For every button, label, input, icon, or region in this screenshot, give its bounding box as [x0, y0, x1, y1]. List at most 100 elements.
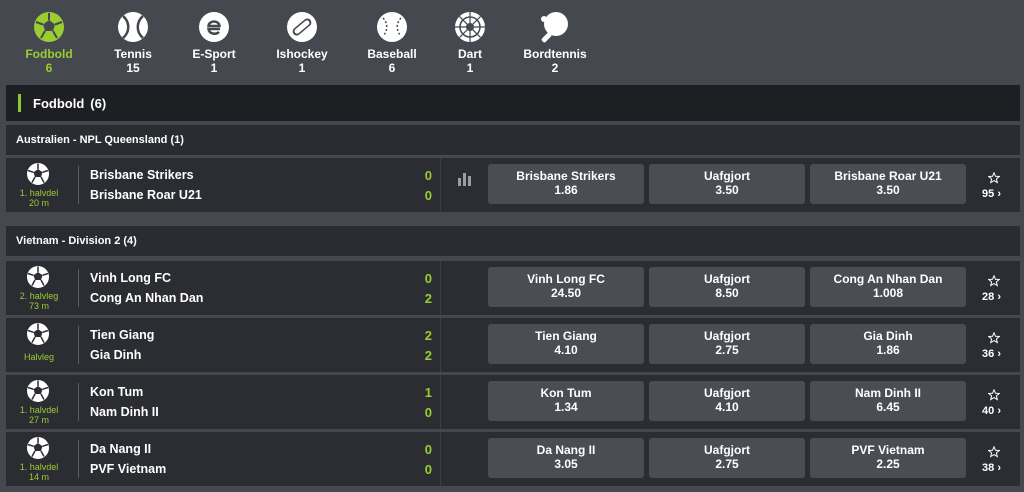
- odds-button-draw[interactable]: Uafgjort 3.50: [649, 164, 805, 204]
- sport-tab-name: Tennis: [114, 47, 152, 61]
- odds-label: Brisbane Roar U21: [834, 169, 942, 183]
- home-score: 2: [424, 328, 432, 343]
- odds-value: 6.45: [876, 400, 900, 414]
- more-markets-link[interactable]: 38 ›: [982, 462, 1001, 474]
- divider: [78, 269, 79, 307]
- away-score: 2: [424, 291, 432, 306]
- sport-tab-bordtennis[interactable]: Bordtennis 2: [510, 0, 600, 75]
- star-icon[interactable]: [988, 172, 1000, 184]
- odds-value: 2.75: [715, 457, 739, 471]
- odds-button-draw[interactable]: Uafgjort 2.75: [649, 324, 805, 364]
- match-minute: 73 m: [28, 301, 49, 311]
- match-period: 1. halvdel: [19, 405, 59, 415]
- odds-button-home[interactable]: Kon Tum 1.34: [488, 381, 644, 421]
- odds-label: Uafgjort: [704, 386, 750, 400]
- sport-tab-dart[interactable]: Dart 1: [425, 0, 515, 75]
- away-team: PVF Vietnam: [90, 462, 167, 476]
- star-icon[interactable]: [988, 446, 1000, 458]
- chevron-right-icon: ›: [997, 348, 1001, 360]
- sport-nav: Fodbold 6 Tennis 15 E-Sport 1 Ishockey 1: [0, 0, 1024, 80]
- odds-label: Vinh Long FC: [527, 272, 605, 286]
- star-icon[interactable]: [988, 389, 1000, 401]
- match-minute: 27 m: [28, 415, 49, 425]
- match-status: 1. halvdel 14 m: [6, 462, 72, 482]
- odds-value: 2.75: [715, 343, 739, 357]
- star-icon[interactable]: [988, 332, 1000, 344]
- away-score: 2: [424, 348, 432, 363]
- odds-button-away[interactable]: Nam Dinh II 6.45: [810, 381, 966, 421]
- odds-label: Uafgjort: [704, 329, 750, 343]
- odds-button-home[interactable]: Brisbane Strikers 1.86: [488, 164, 644, 204]
- odds-value: 1.86: [876, 343, 900, 357]
- match-row[interactable]: 1. halvdel 20 m Brisbane Strikers Brisba…: [6, 158, 1020, 212]
- hockey-puck-icon: [287, 12, 317, 42]
- sport-tab-ishockey[interactable]: Ishockey 1: [257, 0, 347, 75]
- odds-button-draw[interactable]: Uafgjort 4.10: [649, 381, 805, 421]
- divider: [78, 166, 79, 204]
- match-period: Halvleg: [23, 352, 54, 362]
- match-status: 1. halvdel 20 m: [6, 188, 72, 208]
- more-markets-link[interactable]: 36 ›: [982, 348, 1001, 360]
- odds-button-away[interactable]: Cong An Nhan Dan 1.008: [810, 267, 966, 307]
- match-period: 2. halvleg: [19, 291, 59, 301]
- sport-tab-count: 6: [388, 61, 396, 75]
- section-title: Fodbold: [33, 95, 85, 111]
- odds-button-draw[interactable]: Uafgjort 2.75: [649, 438, 805, 478]
- away-team: Cong An Nhan Dan: [90, 291, 204, 305]
- divider: [78, 383, 79, 421]
- odds-value: 3.50: [715, 183, 739, 197]
- more-markets-count: 38: [982, 462, 995, 474]
- stats-column: [440, 375, 487, 429]
- match-minute: 20 m: [28, 198, 49, 208]
- match-minute: 14 m: [28, 472, 49, 482]
- more-markets-link[interactable]: 28 ›: [982, 291, 1001, 303]
- away-score: 0: [424, 405, 432, 420]
- home-score: 0: [424, 168, 432, 183]
- odds-button-draw[interactable]: Uafgjort 8.50: [649, 267, 805, 307]
- league-header-vietnam[interactable]: Vietnam - Division 2 (4): [6, 226, 1020, 256]
- bar-chart-icon[interactable]: [457, 172, 473, 186]
- sport-tab-name: Baseball: [367, 47, 417, 61]
- league-title: Vietnam - Division 2 (4): [16, 235, 137, 247]
- odds-value: 4.10: [554, 343, 578, 357]
- match-row[interactable]: 2. halvleg 73 m Vinh Long FC Cong An Nha…: [6, 261, 1020, 315]
- dartboard-icon: [455, 12, 485, 42]
- sport-tab-baseball[interactable]: Baseball 6: [347, 0, 437, 75]
- sport-tab-name: Fodbold: [25, 47, 73, 61]
- sport-tab-fodbold[interactable]: Fodbold 6: [4, 0, 94, 75]
- star-icon[interactable]: [988, 275, 1000, 287]
- section-count: (6): [90, 95, 107, 111]
- odds-label: Uafgjort: [704, 169, 750, 183]
- sport-tab-count: 1: [210, 61, 218, 75]
- sport-tab-count: 15: [126, 61, 140, 75]
- odds-button-home[interactable]: Tien Giang 4.10: [488, 324, 644, 364]
- table-tennis-icon: [541, 12, 568, 43]
- odds-label: Uafgjort: [704, 272, 750, 286]
- chevron-right-icon: ›: [997, 462, 1001, 474]
- odds-button-away[interactable]: PVF Vietnam 2.25: [810, 438, 966, 478]
- sport-tab-esport[interactable]: E-Sport 1: [169, 0, 259, 75]
- soccer-ball-icon: [27, 266, 49, 288]
- odds-button-away[interactable]: Brisbane Roar U21 3.50: [810, 164, 966, 204]
- sport-tab-name: Ishockey: [276, 47, 328, 61]
- sport-tab-count: 1: [298, 61, 306, 75]
- sport-tab-tennis[interactable]: Tennis 15: [88, 0, 178, 75]
- more-markets-link[interactable]: 95 ›: [982, 188, 1001, 200]
- more-markets-count: 36: [982, 348, 995, 360]
- more-markets-link[interactable]: 40 ›: [982, 405, 1001, 417]
- away-team: Brisbane Roar U21: [90, 188, 202, 202]
- odds-value: 1.34: [554, 400, 578, 414]
- odds-value: 2.25: [876, 457, 900, 471]
- odds-button-home[interactable]: Vinh Long FC 24.50: [488, 267, 644, 307]
- odds-button-home[interactable]: Da Nang II 3.05: [488, 438, 644, 478]
- league-header-australia[interactable]: Australien - NPL Queensland (1): [6, 125, 1020, 155]
- more-markets-count: 28: [982, 291, 995, 303]
- sport-tab-count: 2: [551, 61, 559, 75]
- match-row[interactable]: Halvleg Tien Giang Gia Dinh 2 2 Tien Gia…: [6, 318, 1020, 372]
- odds-label: Nam Dinh II: [854, 386, 921, 400]
- odds-label: PVF Vietnam: [851, 443, 925, 457]
- odds-value: 1.008: [872, 286, 904, 300]
- match-row[interactable]: 1. halvdel 27 m Kon Tum Nam Dinh II 1 0 …: [6, 375, 1020, 429]
- match-row[interactable]: 1. halvdel 14 m Da Nang II PVF Vietnam 0…: [6, 432, 1020, 486]
- odds-button-away[interactable]: Gia Dinh 1.86: [810, 324, 966, 364]
